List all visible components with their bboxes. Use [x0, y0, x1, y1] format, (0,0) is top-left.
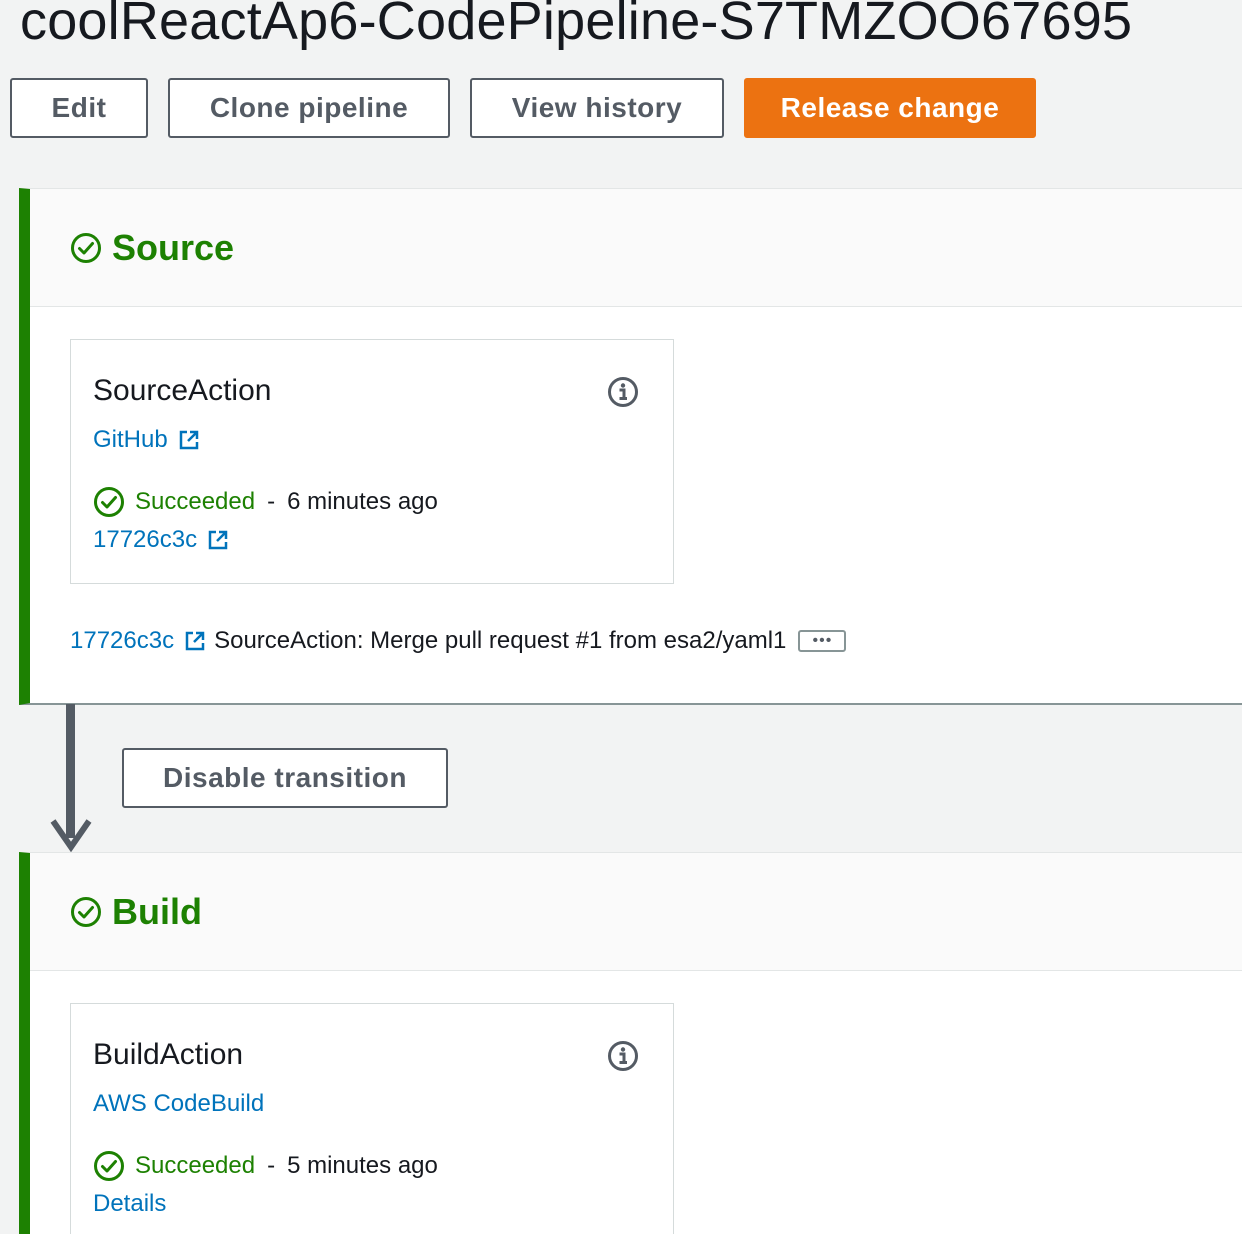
status-separator: -: [267, 488, 276, 515]
commit-id-link[interactable]: 17726c3c: [70, 627, 174, 655]
stage-header: Source: [30, 189, 1242, 307]
status-time: 5 minutes ago: [287, 1152, 438, 1179]
details-link-label[interactable]: Details: [93, 1190, 166, 1218]
pipeline-page: coolReactAp6-CodePipeline-S7TMZOO67695 E…: [0, 0, 1242, 1234]
info-icon[interactable]: [607, 376, 639, 408]
status-separator: -: [267, 1152, 276, 1179]
status-time: 6 minutes ago: [287, 488, 438, 515]
details-link[interactable]: Details: [93, 1190, 166, 1218]
external-link-icon: [179, 430, 198, 450]
commit-id-link[interactable]: 17726c3c: [93, 526, 197, 554]
action-status: Succeeded - 5 minutes ago: [93, 1150, 438, 1182]
commit-link[interactable]: 17726c3c: [93, 526, 229, 554]
status-label: Succeeded: [135, 488, 256, 515]
stage-commit-summary: 17726c3c SourceAction: Merge pull reques…: [70, 627, 847, 655]
stage-name: Build: [112, 890, 202, 932]
action-card: BuildAction AWS CodeBuild Succeeded - 5 …: [70, 1003, 674, 1234]
stage-build: Build BuildAction AWS CodeBuild Succeede…: [19, 852, 1242, 1234]
disable-transition-button[interactable]: Disable transition: [122, 748, 448, 808]
check-circle-icon: [71, 896, 101, 927]
commit-message: SourceAction: Merge pull request #1 from…: [214, 627, 787, 654]
action-name: SourceAction: [93, 374, 272, 407]
info-icon[interactable]: [607, 1040, 639, 1072]
more-options-button[interactable]: •••: [798, 630, 847, 652]
arrow-down-icon: [50, 819, 92, 852]
check-circle-icon: [94, 487, 124, 517]
check-circle-icon: [71, 232, 101, 263]
external-link-icon: [185, 631, 205, 651]
external-link-icon: [208, 530, 228, 550]
edit-button[interactable]: Edit: [10, 78, 148, 138]
release-change-button[interactable]: Release change: [744, 78, 1036, 138]
provider-link[interactable]: GitHub: [93, 426, 200, 454]
page-title: coolReactAp6-CodePipeline-S7TMZOO67695: [20, 0, 1133, 51]
action-card: SourceAction GitHub Succeeded - 6 minute…: [70, 339, 674, 584]
provider-label[interactable]: AWS CodeBuild: [93, 1090, 264, 1118]
stage-header: Build: [30, 853, 1242, 971]
clone-pipeline-button[interactable]: Clone pipeline: [168, 78, 450, 138]
check-circle-icon: [94, 1151, 124, 1181]
action-name: BuildAction: [93, 1038, 244, 1071]
provider-link[interactable]: AWS CodeBuild: [93, 1090, 264, 1118]
provider-label[interactable]: GitHub: [93, 426, 168, 454]
action-status: Succeeded - 6 minutes ago: [93, 486, 438, 518]
stage-source: Source SourceAction GitHub Succeeded - 6…: [19, 188, 1242, 705]
status-label: Succeeded: [135, 1152, 256, 1179]
stage-name: Source: [112, 226, 235, 268]
view-history-button[interactable]: View history: [470, 78, 724, 138]
